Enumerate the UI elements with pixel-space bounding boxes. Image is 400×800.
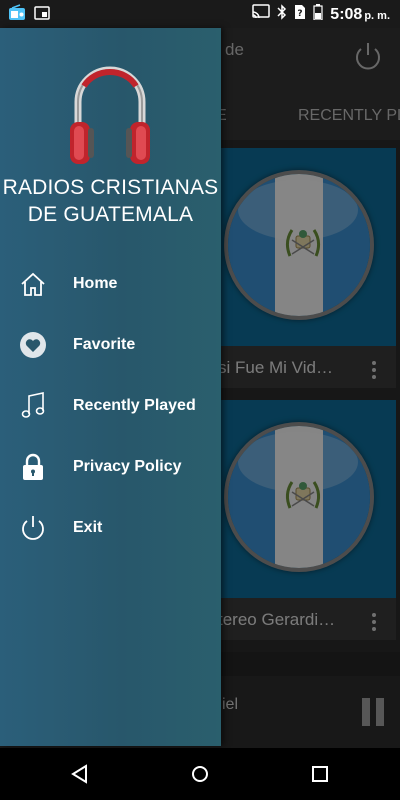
cast-icon	[252, 4, 271, 25]
svg-text:?: ?	[298, 9, 303, 19]
status-bar: ? 5:08 p. m.	[0, 0, 400, 28]
system-nav-bar	[0, 748, 400, 800]
home-icon	[18, 269, 48, 299]
back-icon[interactable]	[68, 762, 92, 786]
heart-icon	[18, 330, 48, 360]
menu-label: Home	[73, 275, 118, 292]
app-title: RADIOS CRISTIANAS DE GUATEMALA	[2, 176, 219, 226]
menu-item-privacy-policy[interactable]: Privacy Policy	[0, 441, 221, 493]
battery-icon	[313, 4, 323, 25]
menu-label: Exit	[73, 519, 103, 536]
menu-item-favorite[interactable]: Favorite	[0, 319, 221, 371]
navigation-drawer: RADIOS CRISTIANAS DE GUATEMALA Home Favo…	[0, 28, 221, 746]
lock-icon	[18, 452, 48, 482]
music-note-icon	[18, 391, 48, 421]
menu-item-exit[interactable]: Exit	[0, 502, 221, 554]
no-sim-icon: ?	[294, 4, 306, 25]
menu-item-recently-played[interactable]: Recently Played	[0, 380, 221, 432]
bluetooth-icon	[277, 4, 287, 25]
headphones-logo-icon	[64, 56, 156, 173]
menu-label: Privacy Policy	[73, 458, 182, 475]
status-time: 5:08 p. m.	[330, 5, 390, 23]
radio-app-icon	[8, 4, 26, 27]
recents-square-icon[interactable]	[308, 762, 332, 786]
menu-item-home[interactable]: Home	[0, 258, 221, 310]
power-icon	[18, 513, 48, 543]
screenshot-icon	[34, 5, 50, 26]
menu-label: Recently Played	[73, 397, 196, 414]
menu-label: Favorite	[73, 336, 136, 353]
home-circle-icon[interactable]	[188, 762, 212, 786]
